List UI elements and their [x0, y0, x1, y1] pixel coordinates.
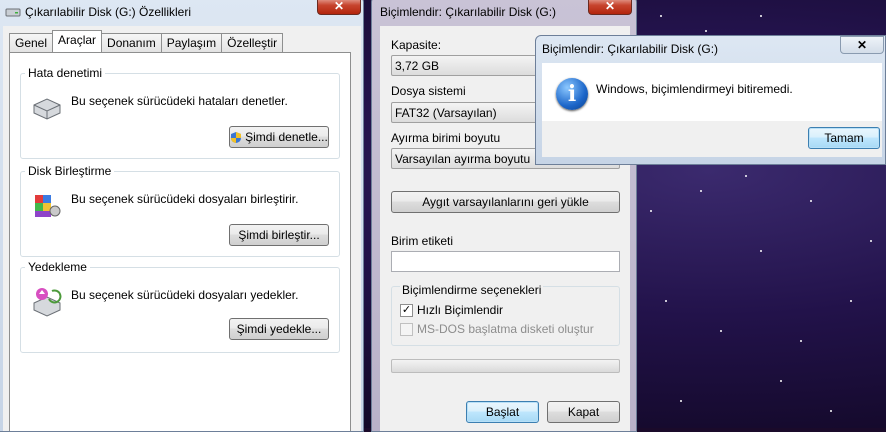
shield-icon: [231, 131, 242, 143]
defrag-text: Bu seçenek sürücüdeki dosyaları birleşti…: [71, 192, 299, 206]
format-options-group: Biçimlendirme seçenekleri ✓ Hızlı Biçiml…: [391, 283, 620, 346]
info-icon: i: [556, 78, 588, 110]
check-now-button[interactable]: Şimdi denetle...: [229, 126, 329, 148]
backup-icon: [33, 288, 62, 317]
format-title: Biçimlendir: Çıkarılabilir Disk (G:): [380, 5, 557, 19]
restore-defaults-label: Aygıt varsayılanlarını geri yükle: [422, 195, 589, 209]
close-label: Kapat: [567, 405, 600, 419]
start-label: Başlat: [485, 405, 520, 419]
properties-tabs: Genel Araçlar Donanım Paylaşım Özelleşti…: [9, 30, 284, 52]
tab-tools[interactable]: Araçlar: [52, 30, 103, 52]
close-icon: ✕: [333, 0, 345, 13]
restore-defaults-button[interactable]: Aygıt varsayılanlarını geri yükle: [391, 191, 620, 213]
message-dialog: Biçimlendir: Çıkarılabilir Disk (G:) ✕ i…: [535, 35, 886, 165]
checkbox-box: [400, 322, 413, 336]
message-text: Windows, biçimlendirmeyi bitiremedi.: [596, 82, 793, 96]
defrag-now-label: Şimdi birleştir...: [238, 228, 320, 242]
error-check-text: Bu seçenek sürücüdeki hataları denetler.: [71, 94, 288, 108]
properties-close-button[interactable]: ✕: [317, 0, 361, 15]
close-icon: ✕: [604, 0, 616, 13]
error-check-group: Hata denetimi Bu seçenek sürücüdeki hata…: [20, 66, 340, 159]
allocation-value: Varsayılan ayırma boyutu: [395, 152, 531, 166]
backup-now-label: Şimdi yedekle...: [236, 322, 322, 336]
backup-text: Bu seçenek sürücüdeki dosyaları yedekler…: [71, 288, 299, 302]
tools-tab-panel: Hata denetimi Bu seçenek sürücüdeki hata…: [9, 52, 351, 431]
allocation-label: Ayırma birimi boyutu: [391, 131, 501, 145]
format-options-title: Biçimlendirme seçenekleri: [400, 283, 544, 297]
message-titlebar[interactable]: Biçimlendir: Çıkarılabilir Disk (G:): [536, 36, 885, 62]
backup-group: Yedekleme Bu seçenek sürücüdeki dosyalar…: [20, 260, 340, 353]
format-progress-bar: [391, 359, 620, 373]
msdos-disk-checkbox: MS-DOS başlatma disketi oluştur: [400, 322, 594, 336]
tab-sharing[interactable]: Paylaşım: [160, 33, 223, 52]
quick-format-label: Hızlı Biçimlendir: [417, 303, 504, 317]
ok-button[interactable]: Tamam: [808, 127, 880, 149]
defrag-icon: [35, 195, 61, 217]
volume-label-label: Birim etiketi: [391, 234, 454, 248]
message-title: Biçimlendir: Çıkarılabilir Disk (G:): [542, 42, 719, 56]
check-icon: ✓: [400, 303, 413, 317]
msdos-disk-label: MS-DOS başlatma disketi oluştur: [417, 322, 594, 336]
tab-hardware[interactable]: Donanım: [101, 33, 162, 52]
properties-titlebar[interactable]: Çıkarılabilir Disk (G:) Özellikleri: [0, 0, 363, 23]
message-body: i Windows, biçimlendirmeyi bitiremedi.: [542, 63, 882, 121]
drive-icon: [5, 8, 21, 17]
quick-format-checkbox[interactable]: ✓ Hızlı Biçimlendir: [400, 303, 503, 317]
error-check-title: Hata denetimi: [25, 66, 106, 80]
tab-customize[interactable]: Özelleştir: [221, 33, 284, 52]
message-footer: Tamam: [542, 121, 882, 157]
tab-general[interactable]: Genel: [9, 33, 54, 52]
filesystem-value: FAT32 (Varsayılan): [395, 106, 497, 120]
capacity-label: Kapasite:: [391, 38, 442, 52]
close-icon: ✕: [856, 38, 868, 52]
capacity-value: 3,72 GB: [395, 59, 440, 73]
backup-now-button[interactable]: Şimdi yedekle...: [229, 318, 329, 340]
defrag-group: Disk Birleştirme Bu seçenek sürücüdeki d…: [20, 164, 340, 257]
disk-check-icon: [33, 98, 61, 120]
ok-label: Tamam: [824, 131, 864, 145]
close-button[interactable]: Kapat: [547, 401, 620, 423]
message-close-button[interactable]: ✕: [840, 36, 884, 54]
properties-title: Çıkarılabilir Disk (G:) Özellikleri: [25, 5, 192, 19]
filesystem-label: Dosya sistemi: [391, 84, 466, 98]
check-now-label: Şimdi denetle...: [245, 130, 328, 144]
volume-label-input[interactable]: [391, 251, 620, 272]
backup-title: Yedekleme: [25, 260, 90, 274]
start-button[interactable]: Başlat: [466, 401, 539, 423]
properties-window: Çıkarılabilir Disk (G:) Özellikleri ✕ Ge…: [0, 0, 364, 432]
defrag-title: Disk Birleştirme: [25, 164, 115, 178]
defrag-now-button[interactable]: Şimdi birleştir...: [229, 224, 329, 246]
format-close-button[interactable]: ✕: [588, 0, 632, 15]
